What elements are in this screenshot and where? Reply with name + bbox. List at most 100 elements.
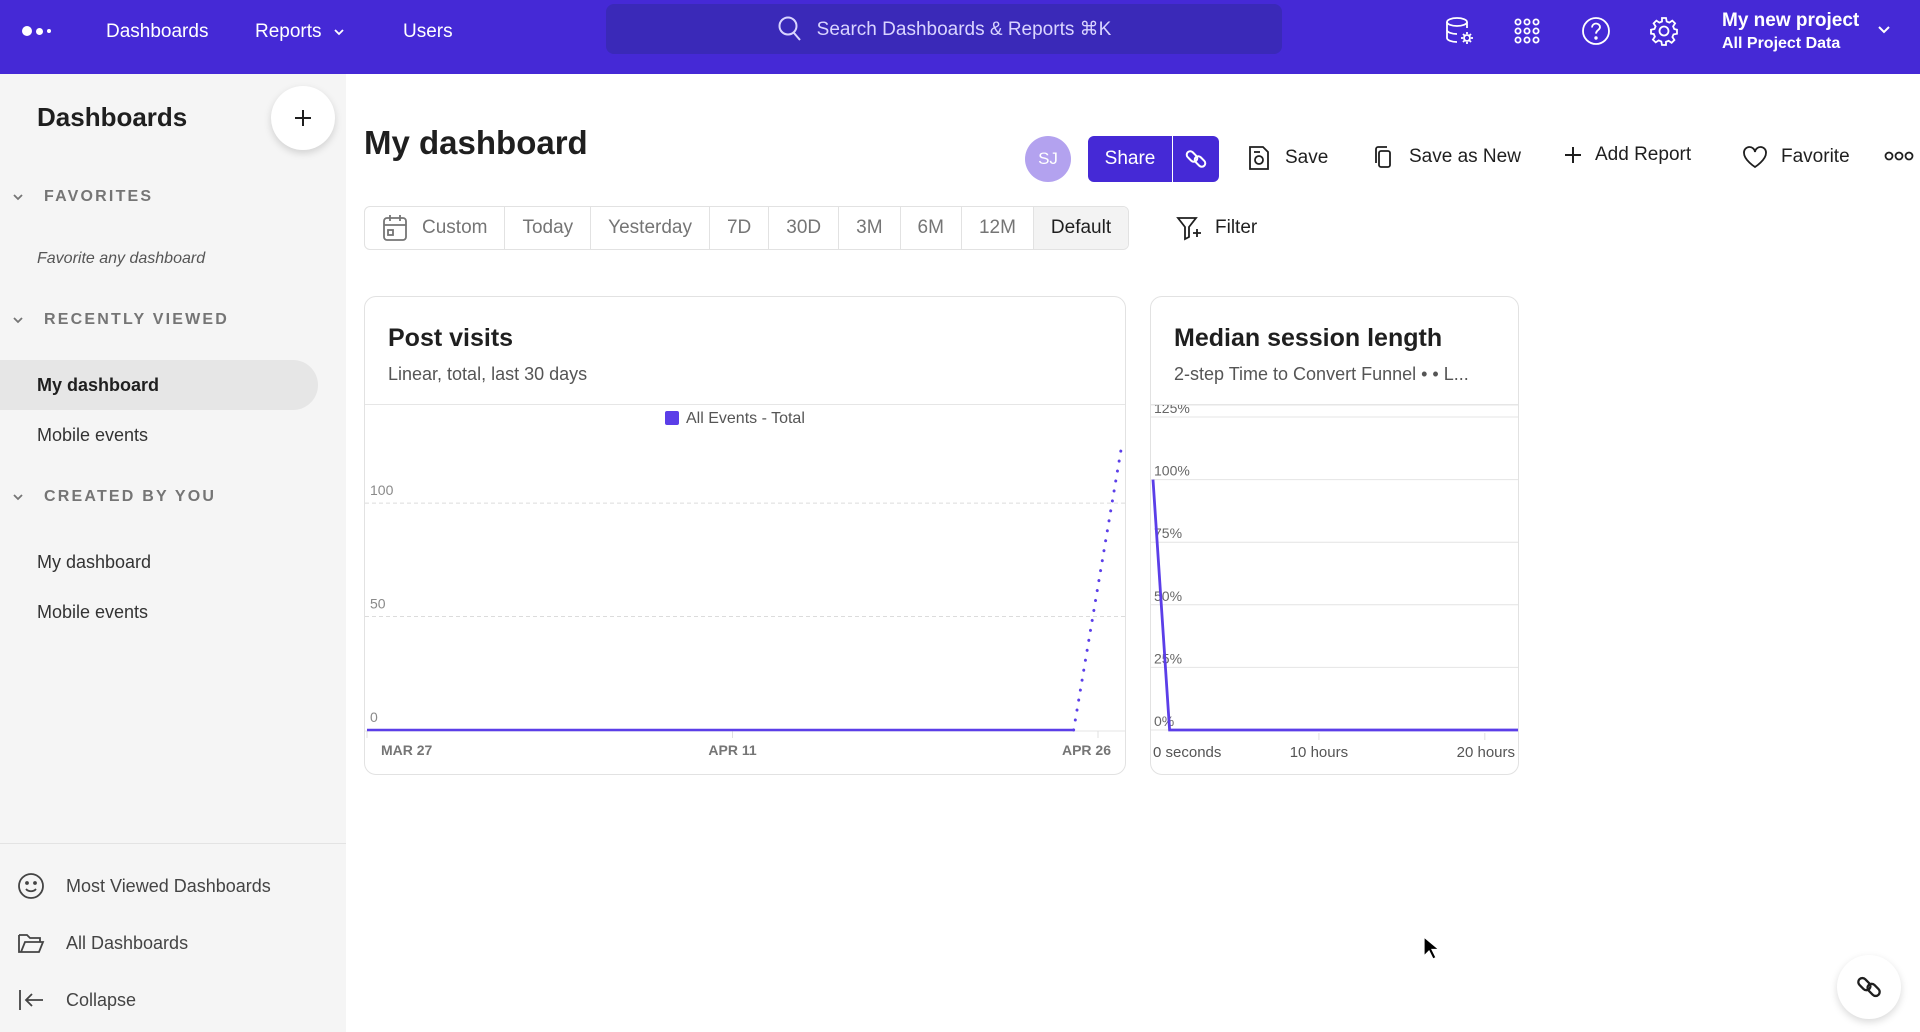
nav-dashboards[interactable]: Dashboards — [106, 20, 208, 44]
range-default[interactable]: Default — [1033, 207, 1129, 249]
section-favorites-label: FAVORITES — [44, 188, 154, 205]
section-favorites[interactable]: FAVORITES — [12, 188, 153, 206]
top-nav-bar: Dashboards Reports Users Search Dashboar… — [0, 0, 1920, 74]
range-label: Today — [522, 217, 574, 238]
sidebar-item-my-dashboard-created[interactable]: My dashboard — [0, 537, 318, 587]
project-name: My new project — [1722, 10, 1860, 31]
project-selector[interactable]: My new project All Project Data — [1722, 9, 1859, 55]
save-as-new-button[interactable]: Save as New — [1371, 144, 1521, 170]
chevron-down-icon — [13, 494, 23, 501]
search-input[interactable]: Search Dashboards & Reports ⌘K — [606, 4, 1282, 54]
section-recently-viewed[interactable]: RECENTLY VIEWED — [12, 311, 229, 329]
share-button[interactable]: Share — [1088, 136, 1172, 182]
range-label: 7D — [726, 217, 752, 238]
nav-users-label: Users — [403, 21, 453, 42]
range-label: 30D — [786, 217, 822, 238]
y-tick-label: 100 — [370, 482, 394, 498]
avatar[interactable]: SJ — [1025, 136, 1071, 182]
x-tick-label: 0 seconds — [1153, 744, 1221, 761]
y-tick-label: 0% — [1154, 713, 1174, 729]
plus-icon — [295, 110, 311, 126]
favorite-button[interactable]: Favorite — [1741, 144, 1850, 170]
range-yesterday[interactable]: Yesterday — [591, 207, 710, 249]
section-created-by-you[interactable]: CREATED BY YOU — [12, 488, 216, 506]
range-3m[interactable]: 3M — [839, 207, 901, 249]
range-7d[interactable]: 7D — [710, 207, 770, 249]
favorites-empty-text: Favorite any dashboard — [37, 250, 206, 267]
chevron-down-icon — [13, 194, 23, 201]
sidebar: Dashboards FAVORITES Favorite any dashbo… — [0, 74, 346, 1032]
range-6m[interactable]: 6M — [901, 207, 962, 249]
copy-link-button[interactable] — [1172, 136, 1219, 182]
x-tick-label: 10 hours — [1290, 744, 1348, 761]
filter-label: Filter — [1215, 217, 1258, 238]
more-horizontal-icon — [1884, 151, 1914, 161]
data-settings-button[interactable] — [1443, 14, 1477, 48]
x-tick-label: APR 11 — [708, 742, 756, 758]
apps-grid-button[interactable] — [1510, 14, 1544, 48]
sidebar-item-label: Mobile events — [37, 601, 149, 622]
help-button[interactable] — [1579, 14, 1613, 48]
nav-users[interactable]: Users — [403, 20, 453, 44]
add-dashboard-button[interactable] — [271, 86, 335, 150]
x-tick-label: APR 26 — [1062, 742, 1111, 758]
date-range-selector: Custom Today Yesterday 7D 30D 3M 6M 12M … — [364, 206, 1130, 250]
save-label: Save — [1285, 147, 1329, 168]
sidebar-item-mobile-events-recent[interactable]: Mobile events — [0, 410, 318, 460]
heart-icon — [1743, 146, 1767, 169]
save-icon — [1249, 146, 1269, 170]
y-tick-label: 25% — [1154, 650, 1182, 666]
y-tick-label: 125% — [1154, 405, 1190, 416]
save-button[interactable]: Save — [1245, 144, 1328, 172]
card-title: Post visits — [388, 324, 514, 352]
mouse-cursor — [1423, 935, 1440, 960]
page-title: My dashboard — [364, 124, 588, 161]
all-dashboards-link[interactable]: All Dashboards — [16, 928, 188, 958]
project-scope: All Project Data — [1722, 35, 1841, 52]
range-label: Default — [1050, 217, 1112, 238]
range-30d[interactable]: 30D — [769, 207, 840, 249]
filter-button[interactable]: Filter — [1175, 214, 1257, 242]
nav-reports-label: Reports — [255, 21, 322, 42]
more-options-button[interactable] — [1884, 150, 1914, 162]
median-session-length-chart: 0%25%50%75%100%125%0 seconds 10 hours 20 h… — [1151, 405, 1518, 761]
add-report-button[interactable]: Add Report — [1563, 144, 1691, 166]
y-tick-label: 0 — [370, 709, 378, 725]
chevron-down-icon[interactable] — [1876, 24, 1892, 36]
app-logo[interactable] — [22, 26, 51, 36]
sidebar-item-mobile-events-created[interactable]: Mobile events — [0, 587, 318, 637]
report-card-post-visits[interactable]: Post visits Linear, total, last 30 days … — [364, 296, 1126, 775]
settings-button[interactable] — [1647, 14, 1681, 48]
settings-gear-icon — [1650, 17, 1678, 46]
avatar-initials: SJ — [1038, 149, 1058, 168]
x-tick-label: MAR 27 — [381, 742, 433, 758]
range-label: Custom — [422, 217, 488, 238]
legend-swatch — [665, 411, 679, 425]
most-viewed-dashboards-label: Most Viewed Dashboards — [66, 875, 271, 896]
range-custom[interactable]: Custom — [365, 207, 506, 249]
link-icon — [1185, 150, 1207, 168]
share-label: Share — [1104, 148, 1156, 169]
copy-icon — [1375, 146, 1391, 168]
post-visits-chart: All Events - Total 0 50 100 MAR 27 APR 11 APR … — [365, 410, 1125, 758]
nav-dashboards-label: Dashboards — [106, 21, 209, 42]
sidebar-item-label: My dashboard — [37, 374, 160, 395]
range-today[interactable]: Today — [505, 207, 592, 249]
range-label: 6M — [917, 217, 944, 238]
search-placeholder: Search Dashboards & Reports ⌘K — [816, 18, 1112, 40]
floating-link-button[interactable] — [1837, 955, 1901, 1019]
favorite-label: Favorite — [1781, 146, 1850, 167]
sidebar-item-my-dashboard-recent[interactable]: My dashboard — [0, 360, 318, 410]
nav-reports[interactable]: Reports — [255, 20, 346, 44]
smiley-icon — [18, 873, 44, 899]
report-card-median-session-length[interactable]: Median session length 2-step Time to Con… — [1150, 296, 1519, 775]
folder-icon — [18, 934, 45, 953]
x-tick-label: 20 hours — [1457, 744, 1515, 761]
most-viewed-dashboards-link[interactable]: Most Viewed Dashboards — [16, 871, 271, 901]
collapse-label: Collapse — [66, 989, 137, 1010]
section-created-by-you-label: CREATED BY YOU — [44, 488, 217, 505]
collapse-sidebar-button[interactable]: Collapse — [16, 985, 136, 1015]
y-tick-label: 100% — [1154, 463, 1190, 479]
link-icon — [1857, 976, 1881, 998]
range-12m[interactable]: 12M — [962, 207, 1034, 249]
